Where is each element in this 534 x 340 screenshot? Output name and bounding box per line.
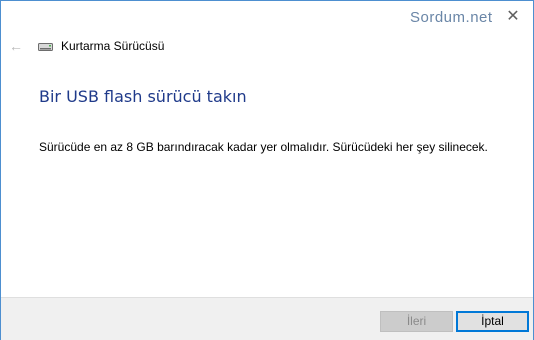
- back-button: ←: [7, 37, 25, 55]
- footer-bar: İleri İptal: [1, 297, 533, 340]
- watermark-text: Sordum.net: [410, 9, 493, 26]
- main-content: Bir USB flash sürücü takın Sürücüde en a…: [1, 67, 533, 297]
- instruction-text: Sürücüde en az 8 GB barındıracak kadar y…: [39, 140, 488, 154]
- page-heading: Bir USB flash sürücü takın: [39, 87, 247, 106]
- cancel-button[interactable]: İptal: [456, 311, 529, 332]
- recovery-drive-window: Sordum.net ✕ ← Kurtarma Sürücüsü Bir USB…: [0, 0, 534, 340]
- back-arrow-icon: ←: [9, 38, 23, 54]
- close-icon: ✕: [506, 8, 520, 25]
- window-title: Kurtarma Sürücüsü: [61, 39, 165, 53]
- next-button[interactable]: İleri: [380, 311, 453, 332]
- usb-drive-icon: [38, 43, 53, 51]
- close-button[interactable]: ✕: [503, 7, 523, 27]
- title-bar: Sordum.net ✕ ← Kurtarma Sürücüsü: [1, 1, 533, 67]
